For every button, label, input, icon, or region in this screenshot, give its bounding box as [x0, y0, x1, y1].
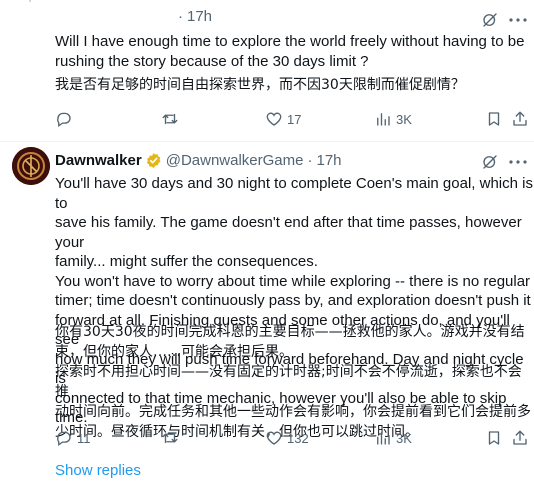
grok-icon[interactable]	[480, 152, 500, 172]
post-text-chinese: 我是否有足够的时间自由探索世界，而不因30天限制而催促剧情？	[55, 77, 465, 93]
repost-button[interactable]	[161, 108, 183, 130]
repost-icon	[161, 429, 179, 447]
views-icon	[374, 429, 392, 447]
avatar[interactable]	[12, 147, 50, 185]
text-line: timer; time doesn't continuously pass by…	[55, 292, 531, 309]
post-text-chinese: 你有30天30夜的时间完成科恩的主要目标——拯救他的家人。游戏并没有结 束，但你…	[55, 322, 534, 442]
like-count: 17	[287, 111, 302, 127]
grok-icon[interactable]	[480, 10, 500, 30]
reply-button[interactable]	[55, 108, 77, 130]
user-handle[interactable]: @DawnwalkerGame	[166, 152, 304, 169]
heart-icon	[265, 429, 283, 447]
post-actions: 11 132 3K	[55, 427, 534, 449]
share-icon	[511, 110, 529, 128]
show-replies-link[interactable]: Show replies	[55, 462, 141, 479]
post-text-english: Will I have enough time to explore the w…	[55, 32, 524, 72]
text-line: 动时间向前。完成任务和其他一些动作会有影响，你会提前看到它们会提前多	[55, 404, 531, 420]
more-options-icon[interactable]	[508, 10, 528, 30]
like-count: 132	[287, 430, 309, 446]
text-line: rushing the story because of the 30 days…	[55, 53, 369, 70]
verified-badge-icon[interactable]	[145, 152, 162, 169]
text-line: save his family. The game doesn't end af…	[55, 214, 522, 251]
text-line: Will I have enough time to explore the w…	[55, 33, 525, 50]
reply-icon	[55, 110, 73, 128]
share-button[interactable]	[511, 108, 529, 130]
text-line: 你有30天30夜的时间完成科恩的主要目标——拯救他的家人。游戏并没有结	[55, 324, 525, 340]
views-count: 3K	[396, 111, 412, 127]
views-count: 3K	[396, 430, 412, 446]
like-button[interactable]: 132	[265, 427, 309, 449]
bookmark-button[interactable]	[485, 427, 503, 449]
share-icon	[511, 429, 529, 447]
display-name[interactable]: Dawnwalker	[55, 152, 142, 169]
views-icon	[374, 110, 392, 128]
more-options-icon[interactable]	[508, 152, 528, 172]
reply-icon	[55, 429, 73, 447]
text-line: family... might suffer the consequences.	[55, 253, 318, 270]
text-line: You'll have 30 days and 30 night to comp…	[55, 175, 533, 212]
text-line: You won't have to worry about time while…	[55, 272, 531, 290]
heart-icon	[265, 110, 283, 128]
post-timestamp[interactable]: 17h	[317, 152, 342, 169]
text-line: 探索时不用担心时间——没有固定的计时器;时间不会不停流逝，探索也不会推	[55, 364, 522, 400]
like-button[interactable]: 17	[265, 108, 301, 130]
reply-count: 11	[77, 430, 91, 446]
post-header: Dawnwalker @DawnwalkerGame · 17h	[55, 150, 342, 170]
repost-button[interactable]	[161, 427, 183, 449]
header-separator: ·	[307, 151, 313, 169]
post-actions: 17 3K	[55, 108, 534, 130]
post-timestamp[interactable]: · 17h	[178, 8, 212, 25]
bookmark-icon	[485, 110, 503, 128]
views-button[interactable]: 3K	[374, 108, 412, 130]
bookmark-icon	[485, 429, 503, 447]
reply-post[interactable]: · 17h Will I have enough time to explore …	[0, 0, 534, 141]
bookmark-button[interactable]	[485, 108, 503, 130]
repost-icon	[161, 110, 179, 128]
text-line: 束，但你的家人……可能会承担后果。	[55, 344, 293, 360]
thread-line	[29, 0, 31, 2]
reply-button[interactable]: 11	[55, 427, 91, 449]
views-button[interactable]: 3K	[374, 427, 412, 449]
share-button[interactable]	[511, 427, 529, 449]
